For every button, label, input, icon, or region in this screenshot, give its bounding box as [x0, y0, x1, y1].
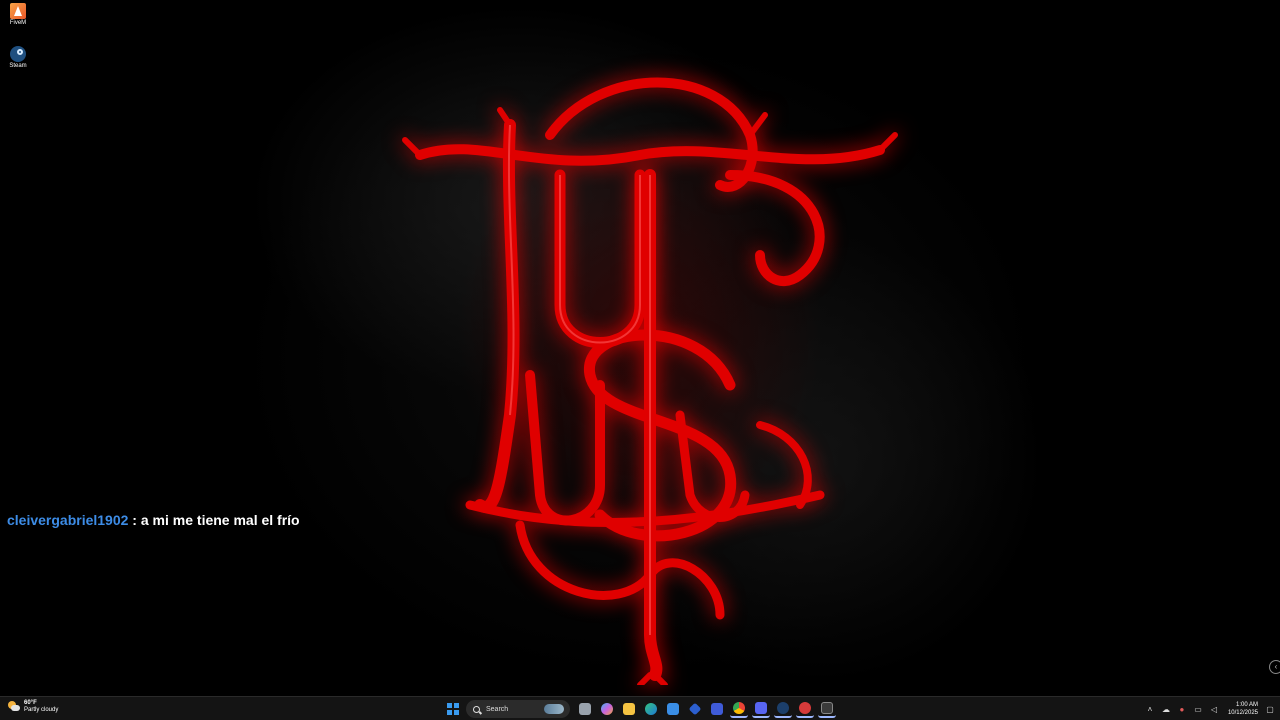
store-icon — [667, 703, 679, 715]
taskbar-app-store[interactable] — [664, 700, 682, 718]
taskbar-app-file-explorer[interactable] — [620, 700, 638, 718]
clock-time: 1:00 AM — [1235, 702, 1258, 708]
desktop-shortcut-steam[interactable]: Steam — [4, 46, 32, 69]
chat-separator: : — [128, 512, 141, 528]
folder-icon — [623, 703, 635, 715]
discord-icon — [755, 702, 767, 714]
show-hidden-icons-chevron-icon[interactable]: ˄ — [1144, 703, 1156, 715]
weather-widget[interactable]: 60°F Partly cloudy — [8, 700, 58, 714]
windows-start-icon — [447, 703, 459, 715]
taskbar-app-files[interactable] — [576, 700, 594, 718]
network-icon[interactable]: ▭ — [1192, 703, 1204, 715]
search-icon — [473, 705, 480, 713]
clock-date: 10/12/2025 — [1227, 710, 1258, 716]
weather-temperature: 60°F — [24, 700, 37, 706]
taskbar-app-terminal[interactable] — [818, 700, 836, 718]
steam-icon — [777, 702, 789, 714]
system-tray: ˄ ☁ ● ▭ ◁ 1:00 AM 10/12/2025 ▢ — [1140, 699, 1276, 719]
wallpaper-emblem — [402, 77, 898, 685]
edge-icon — [645, 703, 657, 715]
taskbar-app-blue[interactable] — [686, 700, 704, 718]
copilot-icon — [601, 703, 613, 715]
onedrive-cloud-icon[interactable]: ☁ — [1160, 703, 1172, 715]
steam-icon — [10, 46, 26, 62]
microphone-icon[interactable]: ● — [1176, 703, 1188, 715]
notification-bell-icon[interactable]: ▢ — [1264, 703, 1276, 715]
start-button[interactable] — [444, 700, 462, 718]
desktop-shortcut-label: Steam — [9, 63, 27, 69]
taskbar: 60°F Partly cloudy Search ˄ ☁ ● ▭ ◁ 1:00… — [0, 696, 1280, 720]
taskbar-app-secondary[interactable] — [708, 700, 726, 718]
partly-cloudy-icon — [8, 701, 20, 713]
chat-overlay-message: cleivergabriel1902 : a mi me tiene mal e… — [7, 512, 300, 528]
chat-username: cleivergabriel1902 — [7, 512, 129, 528]
search-highlight-image — [544, 704, 564, 714]
taskbar-app-copilot[interactable] — [598, 700, 616, 718]
fivem-icon — [10, 3, 26, 19]
terminal-icon — [821, 702, 833, 714]
desktop-shortcut-fivem[interactable]: FiveM — [4, 3, 32, 26]
taskbar-apps: Search — [444, 699, 840, 719]
task-view-icon — [579, 703, 591, 715]
desktop: FiveM Steam cleivergabriel1902: a mi me… — [0, 0, 1280, 696]
taskbar-app-steam[interactable] — [774, 700, 792, 718]
chat-message-text: a mi me tiene mal el frío — [140, 512, 300, 528]
widgets-edge-handle[interactable]: ‹ — [1269, 660, 1280, 674]
taskbar-search-box[interactable]: Search — [466, 700, 570, 718]
clock[interactable]: 1:00 AM 10/12/2025 — [1228, 701, 1258, 717]
app-icon — [711, 703, 723, 715]
taskbar-app-red[interactable] — [796, 700, 814, 718]
app-icon — [799, 702, 811, 714]
taskbar-app-edge[interactable] — [642, 700, 660, 718]
chrome-icon — [733, 702, 745, 714]
search-placeholder: Search — [486, 705, 509, 713]
app-icon — [688, 702, 702, 716]
taskbar-app-chrome[interactable] — [730, 700, 748, 718]
volume-icon[interactable]: ◁ — [1208, 703, 1220, 715]
weather-condition: Partly cloudy — [24, 707, 59, 713]
desktop-shortcut-label: FiveM — [9, 20, 27, 26]
taskbar-app-discord[interactable] — [752, 700, 770, 718]
